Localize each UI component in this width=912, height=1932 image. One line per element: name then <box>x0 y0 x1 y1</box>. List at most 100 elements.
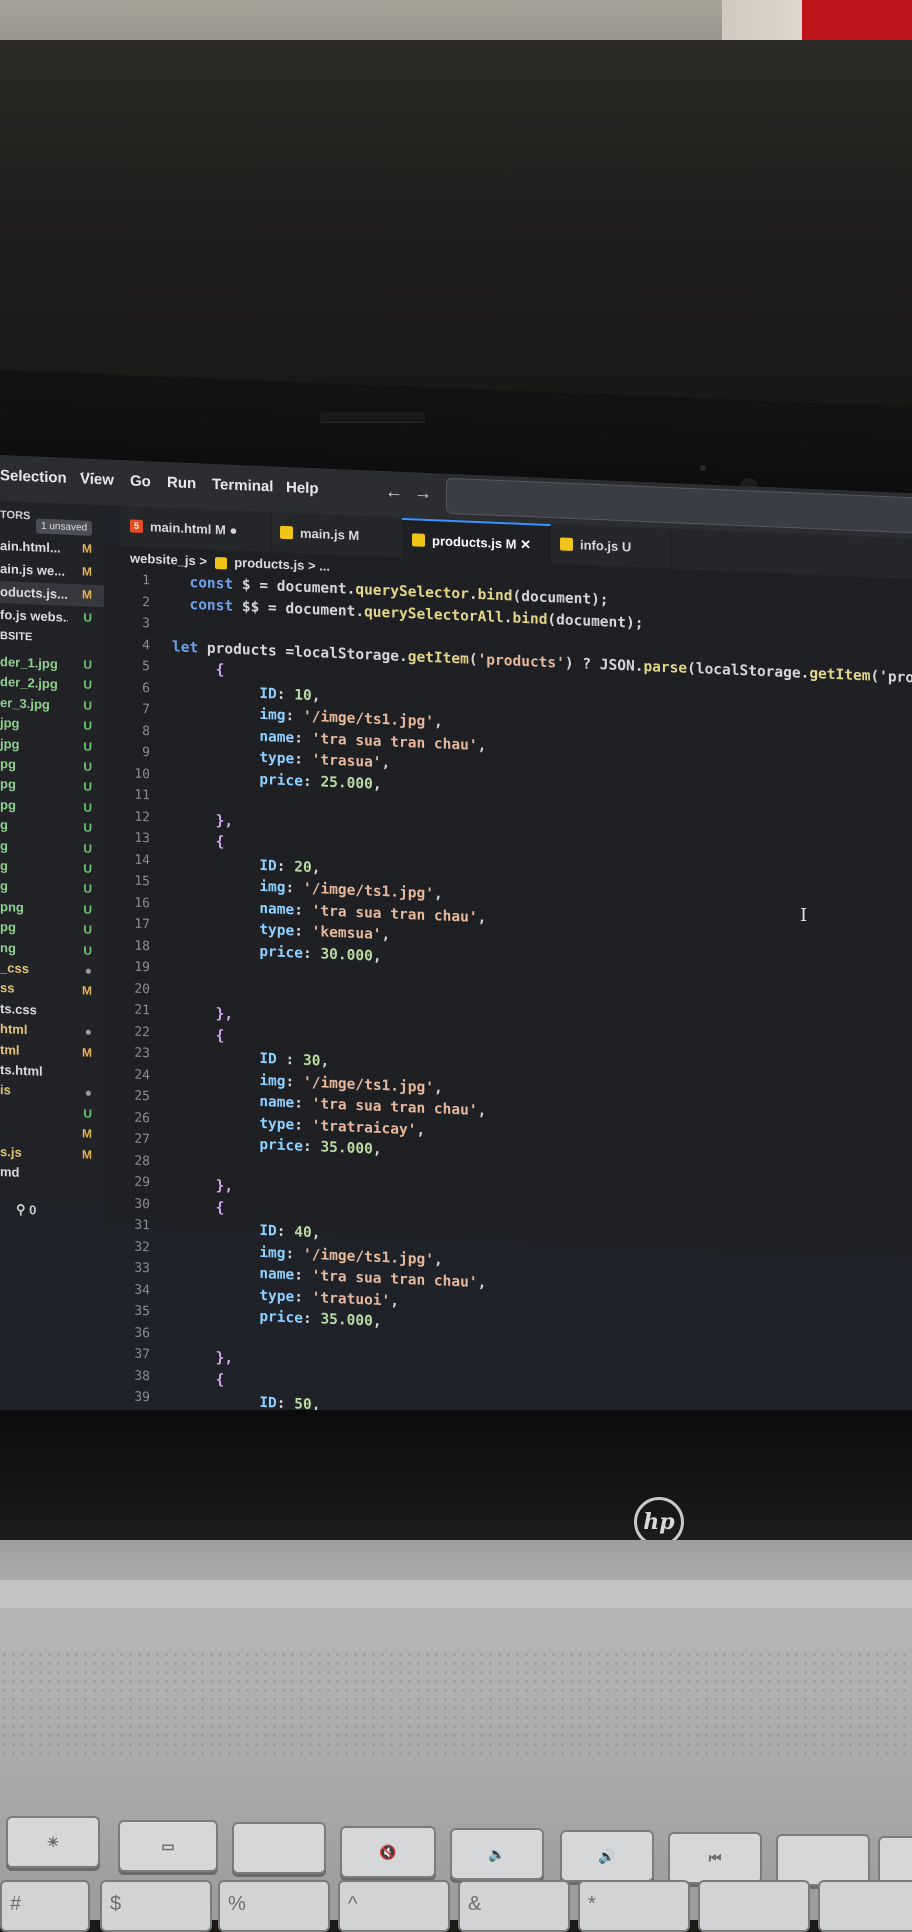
line-number: 7 <box>142 701 150 718</box>
line-number: 1 <box>142 572 150 589</box>
mute-key[interactable]: 🔇 <box>340 1826 436 1878</box>
file-name: md <box>0 1164 20 1180</box>
file-name: der_1.jpg <box>0 654 58 672</box>
line-number: 8 <box>142 723 150 739</box>
git-status: U <box>83 677 92 693</box>
line-number: 14 <box>134 852 150 868</box>
forward-arrow-icon[interactable]: → <box>414 482 432 504</box>
more-actions-icon[interactable]: ··· <box>80 464 96 483</box>
hinge-edge <box>0 1580 912 1608</box>
prev-track-key[interactable]: ⏮ <box>668 1832 762 1884</box>
open-editor-item[interactable]: ain.html... M <box>0 535 104 561</box>
tab-main-html[interactable]: 5 main.html M ● <box>120 506 271 553</box>
breadcrumb: website_js > products.js > ... <box>130 550 330 574</box>
file-name <box>0 1123 68 1126</box>
menu-selection[interactable]: Selection <box>0 467 67 487</box>
keyboard-key[interactable] <box>698 1880 810 1932</box>
keyboard-key[interactable]: & <box>458 1880 570 1932</box>
keyboard-key[interactable]: ▭ <box>118 1820 218 1872</box>
line-number: 30 <box>134 1196 150 1212</box>
git-status: U <box>83 881 92 897</box>
tab-main-js[interactable]: main.js M <box>270 512 403 558</box>
js-file-icon <box>412 533 425 547</box>
file-tree-item[interactable]: md <box>0 1161 104 1187</box>
code-text[interactable]: const $ = document.querySelector.bind(do… <box>172 574 912 1413</box>
keyboard-key[interactable]: ^ <box>338 1880 450 1932</box>
line-number: 34 <box>134 1282 150 1298</box>
volume-up-key[interactable]: 🔊 <box>560 1830 654 1882</box>
open-editor-item[interactable]: ain.js we... M <box>0 558 104 584</box>
git-status: M <box>82 1045 92 1060</box>
line-number: 6 <box>142 680 150 696</box>
line-number: 11 <box>134 787 150 804</box>
keyboard-key[interactable]: # <box>0 1880 90 1932</box>
line-number: 12 <box>134 809 150 825</box>
html-file-icon: 5 <box>130 519 143 533</box>
code-line: }, <box>215 1350 234 1367</box>
keyboard-key[interactable] <box>776 1834 870 1886</box>
line-number: 3 <box>142 615 150 632</box>
workspace-section-header[interactable]: BSITE <box>0 627 104 653</box>
open-editor-item[interactable]: fo.js webs... U <box>0 604 104 630</box>
file-name: pg <box>0 919 16 935</box>
line-number: 5 <box>142 658 150 675</box>
keyboard-key[interactable]: % <box>218 1880 330 1932</box>
keyboard-key[interactable]: $ <box>100 1880 212 1932</box>
remote-status[interactable]: ⚲ 0 <box>16 1202 36 1219</box>
line-number: 24 <box>134 1067 150 1083</box>
line-number: 25 <box>134 1088 150 1105</box>
git-status: U <box>83 779 92 795</box>
line-number: 15 <box>134 873 150 890</box>
sensor-dot <box>700 465 706 471</box>
js-file-icon <box>214 556 227 570</box>
file-name: g <box>0 858 8 874</box>
line-number: 19 <box>134 959 150 976</box>
file-name: g <box>0 837 8 853</box>
git-status: U <box>83 698 92 713</box>
line-number: 36 <box>134 1325 150 1341</box>
keyboard-key[interactable] <box>232 1822 326 1874</box>
file-name: jpg <box>0 715 20 732</box>
git-status: U <box>83 1106 92 1121</box>
back-arrow-icon[interactable]: ← <box>385 481 403 503</box>
git-status: M <box>82 983 92 999</box>
file-name: is <box>0 1082 11 1098</box>
menu-help[interactable]: Help <box>286 479 319 497</box>
keyboard-key[interactable]: ☀ <box>6 1816 100 1868</box>
open-editor-item[interactable]: oducts.js... M <box>0 581 104 608</box>
git-status: U <box>83 800 92 815</box>
git-status: U <box>83 861 92 876</box>
menu-go[interactable]: Go <box>130 472 151 490</box>
line-number: 35 <box>134 1303 150 1320</box>
git-status: U <box>83 610 92 625</box>
file-name: ss <box>0 980 15 996</box>
keyboard-key[interactable]: * <box>578 1880 690 1932</box>
file-name: ts.css <box>0 1000 37 1018</box>
line-number: 16 <box>134 895 150 911</box>
file-name: oducts.js... <box>0 584 68 602</box>
menu-run[interactable]: Run <box>167 474 196 492</box>
text-cursor-icon: I <box>800 905 808 926</box>
git-status: U <box>83 657 92 672</box>
tab-info-js[interactable]: info.js U <box>550 524 671 570</box>
tab-label: info.js U <box>580 537 632 555</box>
js-file-icon <box>560 537 573 552</box>
open-editors-header[interactable]: TORS 1 unsaved <box>0 509 104 536</box>
file-name: html <box>0 1021 28 1038</box>
file-name: jpg <box>0 735 20 752</box>
file-name: pg <box>0 756 16 772</box>
file-name: der_2.jpg <box>0 674 58 692</box>
file-name: pg <box>0 776 16 793</box>
breadcrumb-file[interactable]: products.js <box>234 555 304 573</box>
code-line: { <box>215 834 225 851</box>
bezel-ridge <box>320 412 425 422</box>
keyboard-key[interactable] <box>818 1880 912 1932</box>
breadcrumb-folder[interactable]: website_js <box>130 550 196 568</box>
js-file-icon <box>280 525 293 540</box>
volume-down-key[interactable]: 🔉 <box>450 1828 544 1880</box>
git-status: M <box>82 564 92 579</box>
git-status: ● <box>84 1024 92 1040</box>
git-status: ● <box>84 1085 92 1101</box>
menu-terminal[interactable]: Terminal <box>212 476 273 496</box>
code-editor[interactable]: website_js > products.js > ... 123456789… <box>104 545 912 1413</box>
